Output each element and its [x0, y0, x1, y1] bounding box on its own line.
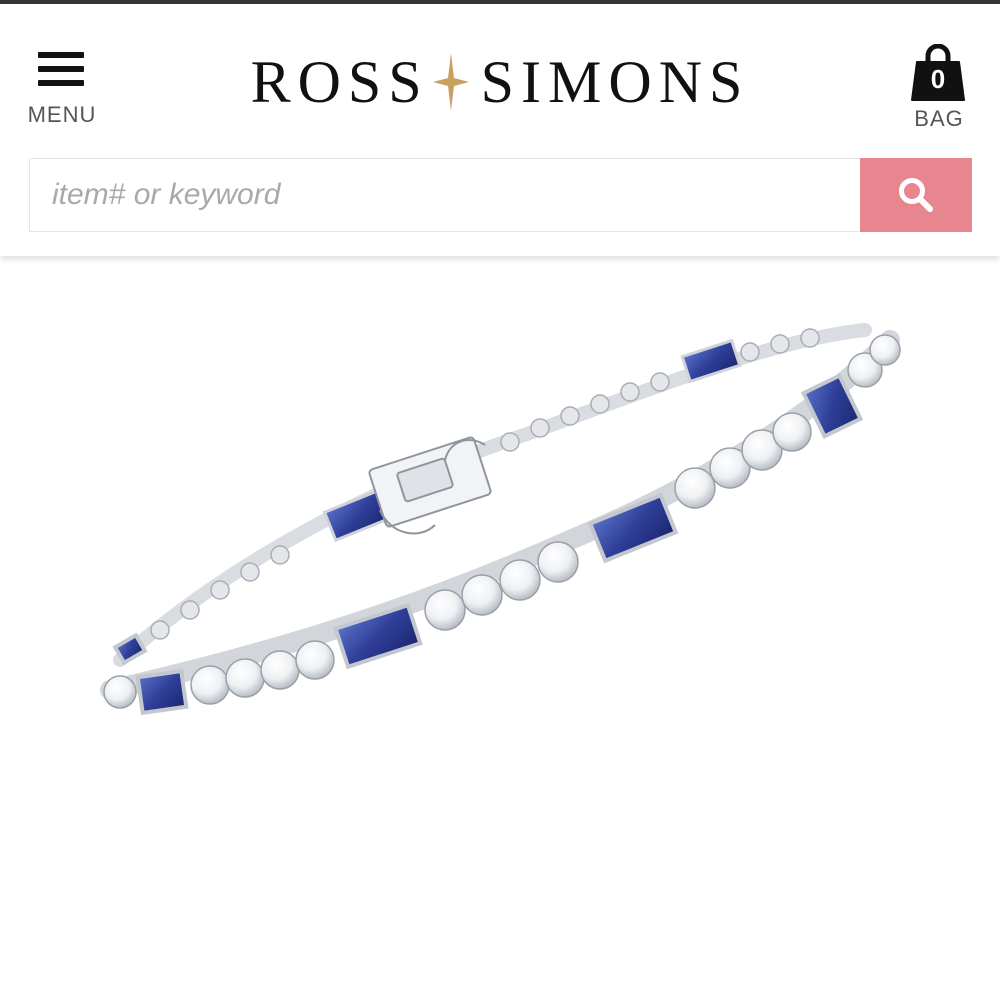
- menu-label: MENU: [27, 102, 97, 127]
- product-image-bracelet[interactable]: [90, 300, 910, 740]
- logo-word-right: SIMONS: [480, 49, 750, 115]
- bracelet-clasp: [368, 436, 492, 535]
- search-input[interactable]: [30, 159, 861, 231]
- bag-count-badge: 0: [930, 64, 946, 94]
- magnifier-icon: [899, 178, 933, 212]
- four-point-star-icon: [432, 53, 469, 111]
- bag-button[interactable]: 0 BAG: [905, 42, 975, 134]
- bag-label: BAG: [914, 106, 964, 131]
- search-button[interactable]: [860, 158, 972, 232]
- logo-word-left: ROSS: [250, 49, 429, 115]
- hamburger-icon: [38, 52, 84, 86]
- site-logo[interactable]: ROSS SIMONS: [230, 42, 770, 122]
- site-header: MENU ROSS SIMONS 0 BAG: [0, 4, 1000, 256]
- search-field: [29, 158, 861, 232]
- menu-button[interactable]: MENU: [22, 44, 102, 134]
